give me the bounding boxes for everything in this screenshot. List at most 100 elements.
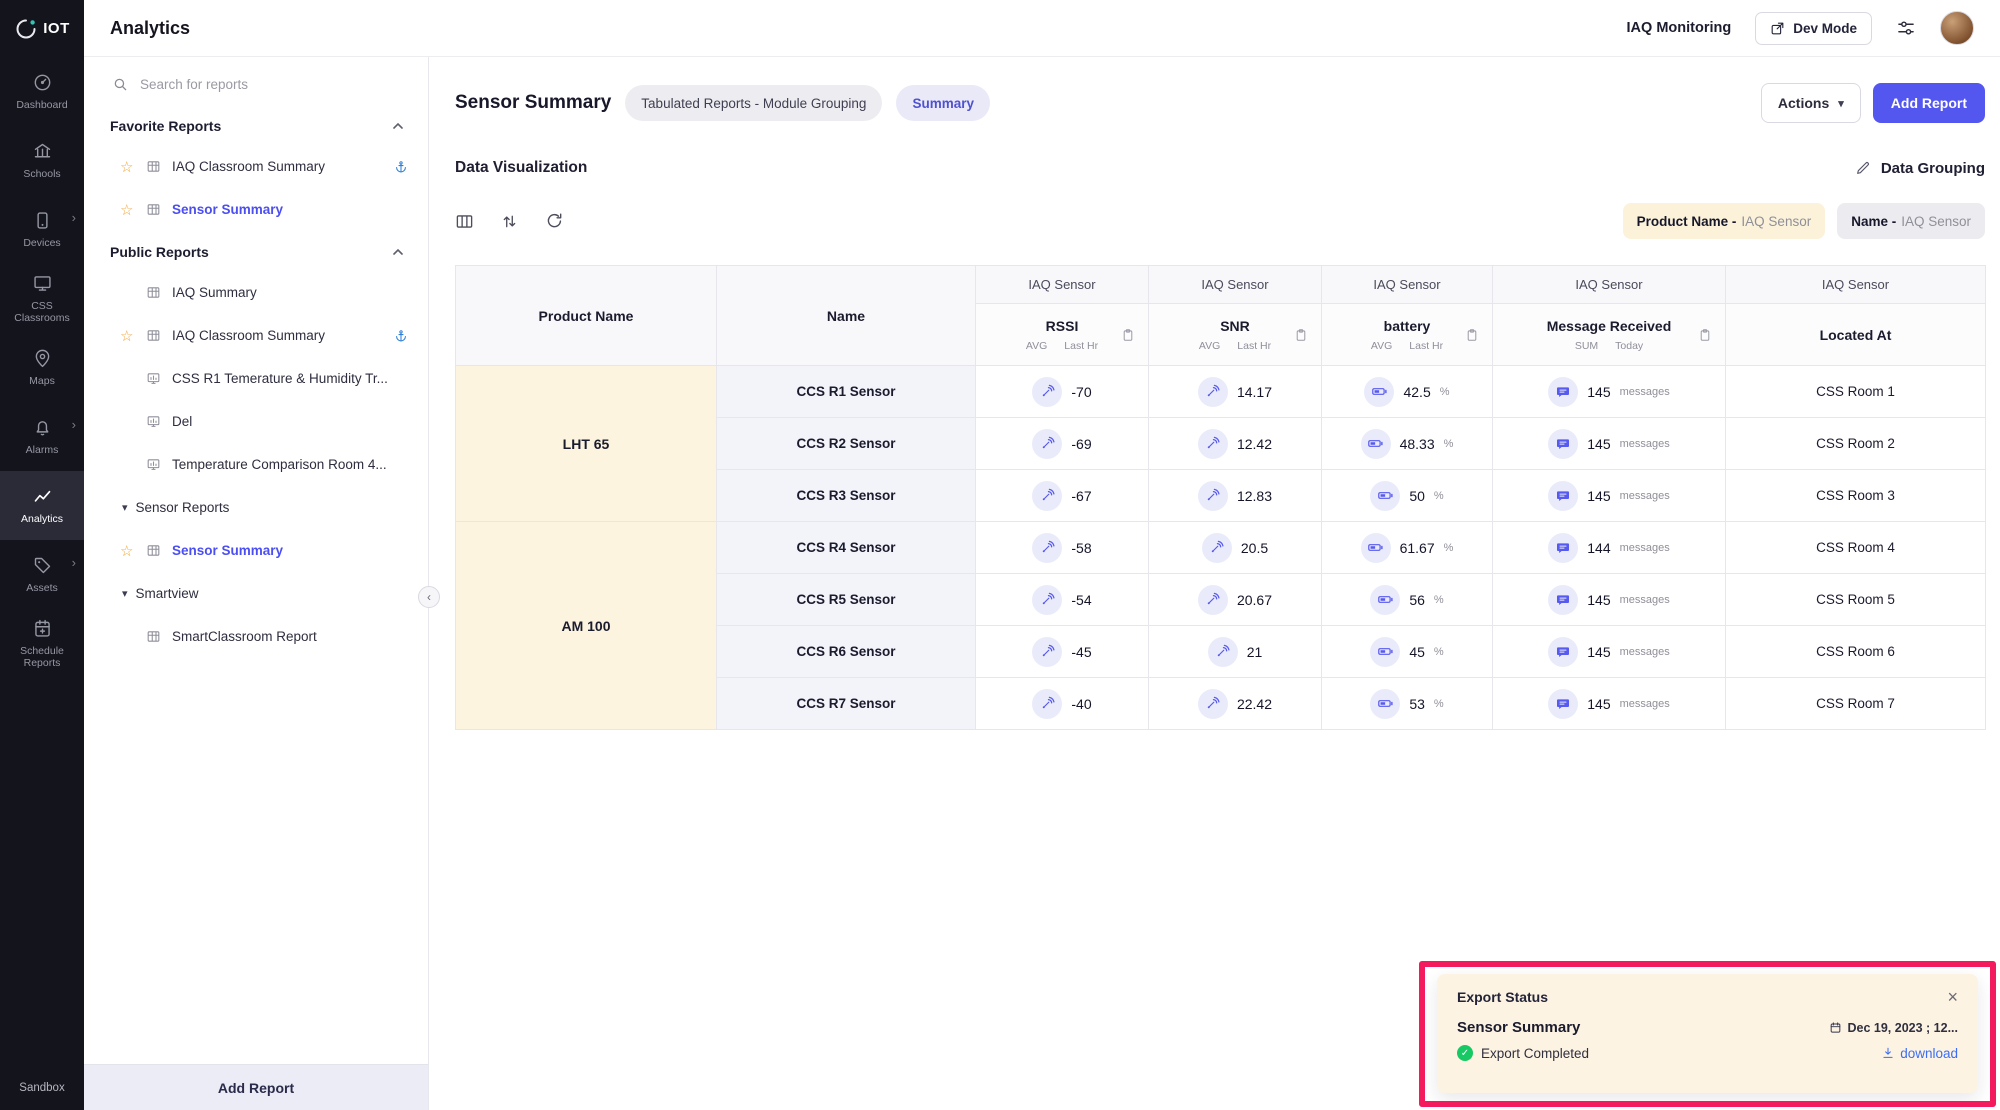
report-item[interactable]: SmartClassroom Report [84, 615, 428, 658]
user-avatar[interactable] [1940, 11, 1974, 45]
report-item[interactable]: ☆ IAQ Classroom Summary [84, 314, 428, 357]
anchor-icon [394, 160, 408, 174]
summary-badge[interactable]: Summary [896, 85, 990, 121]
data-grouping-button[interactable]: Data Grouping [1855, 160, 1985, 177]
dashboard-icon [32, 72, 53, 94]
search-icon [112, 76, 129, 93]
column-header-located-at: Located At [1726, 304, 1986, 366]
nav-item-schools[interactable]: Schools [0, 126, 84, 195]
rssi-cell: -58 [976, 522, 1149, 574]
message-icon [1548, 689, 1578, 719]
message-icon [1548, 377, 1578, 407]
nav-item-dashboard[interactable]: Dashboard [0, 57, 84, 126]
logo-text: IOT [43, 20, 70, 37]
star-icon[interactable]: ☆ [120, 158, 146, 176]
message-icon [1548, 481, 1578, 511]
actions-button[interactable]: Actions ▾ [1761, 83, 1861, 123]
report-item[interactable]: Del [84, 400, 428, 443]
analytics-icon [32, 486, 53, 508]
clipboard-icon[interactable] [1121, 328, 1135, 342]
report-item[interactable]: Temperature Comparison Room 4... [84, 443, 428, 486]
nav-item-schedule-reports[interactable]: Schedule Reports [0, 609, 84, 678]
nav-item-maps[interactable]: Maps [0, 333, 84, 402]
sensor-name-cell: CCS R4 Sensor [717, 522, 976, 574]
rssi-cell: -45 [976, 626, 1149, 678]
school-building-icon [32, 141, 53, 163]
rssi-cell: -67 [976, 470, 1149, 522]
clipboard-icon[interactable] [1294, 328, 1308, 342]
refresh-icon[interactable] [545, 212, 564, 231]
signal-icon [1032, 585, 1062, 615]
table-icon [146, 159, 172, 174]
export-status-toast: Export Status × Sensor Summary Dec 19, 2… [1437, 974, 1978, 1093]
signal-icon [1032, 637, 1062, 667]
chevron-right-icon: › [72, 211, 76, 226]
report-item[interactable]: IAQ Summary [84, 271, 428, 314]
report-item[interactable]: CSS R1 Temerature & Humidity Tr... [84, 357, 428, 400]
sort-icon[interactable] [500, 212, 519, 231]
sliders-icon[interactable] [1896, 18, 1916, 38]
nav-item-assets[interactable]: Assets › [0, 540, 84, 609]
download-link[interactable]: download [1881, 1046, 1958, 1061]
sidebar-collapse-button[interactable]: ‹ [418, 586, 440, 608]
toast-report-name: Sensor Summary [1457, 1019, 1580, 1036]
caret-down-icon: ▾ [122, 501, 128, 514]
star-icon[interactable]: ☆ [120, 542, 146, 560]
grouping-pill-name[interactable]: Name -IAQ Sensor [1837, 203, 1985, 239]
snr-cell: 14.17 [1149, 366, 1322, 418]
columns-icon[interactable] [455, 212, 474, 231]
battery-icon [1370, 637, 1400, 667]
report-search [84, 57, 428, 105]
public-reports-header[interactable]: Public Reports [84, 231, 428, 271]
table-row: LHT 65CCS R1 Sensor -70 14.17 42.5 % 145 [456, 366, 1986, 418]
sidebar-add-report-button[interactable]: Add Report [84, 1064, 428, 1110]
group-header-iaq-sensor: IAQ Sensor [976, 266, 1149, 304]
sandbox-label: Sandbox [0, 1082, 84, 1110]
board-icon [146, 371, 172, 386]
clipboard-icon[interactable] [1698, 328, 1712, 342]
rssi-cell: -69 [976, 418, 1149, 470]
located-at-cell: CSS Room 6 [1726, 626, 1986, 678]
star-icon[interactable]: ☆ [120, 327, 146, 345]
nav-item-analytics[interactable]: Analytics [0, 471, 84, 540]
star-icon[interactable]: ☆ [120, 201, 146, 219]
close-icon[interactable]: × [1947, 988, 1958, 1006]
grouping-pill-product-name[interactable]: Product Name -IAQ Sensor [1623, 203, 1826, 239]
folder-smartview[interactable]: ▾ Smartview [84, 572, 428, 615]
report-item-selected[interactable]: ☆ Sensor Summary [84, 529, 428, 572]
messages-cell: 145 messages [1493, 470, 1726, 522]
external-link-icon [1770, 21, 1785, 36]
signal-icon [1198, 481, 1228, 511]
search-input[interactable] [140, 77, 380, 92]
add-report-button[interactable]: Add Report [1873, 83, 1985, 123]
favorite-reports-header[interactable]: Favorite Reports [84, 105, 428, 145]
nav-item-devices[interactable]: Devices › [0, 195, 84, 264]
product-name-cell: AM 100 [456, 522, 717, 730]
messages-cell: 145 messages [1493, 418, 1726, 470]
clipboard-icon[interactable] [1465, 328, 1479, 342]
report-item[interactable]: ☆ IAQ Classroom Summary [84, 145, 428, 188]
sensor-table-body: LHT 65CCS R1 Sensor -70 14.17 42.5 % 145 [456, 366, 1986, 730]
column-header-product-name: Product Name [456, 266, 717, 366]
folder-sensor-reports[interactable]: ▾ Sensor Reports [84, 486, 428, 529]
nav-item-alarms[interactable]: Alarms › [0, 402, 84, 471]
signal-icon [1032, 377, 1062, 407]
battery-cell: 53 % [1322, 678, 1493, 730]
message-icon [1548, 429, 1578, 459]
located-at-cell: CSS Room 4 [1726, 522, 1986, 574]
dev-mode-button[interactable]: Dev Mode [1755, 12, 1872, 45]
chevron-right-icon: › [72, 418, 76, 433]
battery-cell: 56 % [1322, 574, 1493, 626]
table-icon [146, 285, 172, 300]
app-logo[interactable]: IOT [0, 0, 84, 57]
battery-icon [1370, 481, 1400, 511]
sensor-name-cell: CCS R2 Sensor [717, 418, 976, 470]
report-item-selected[interactable]: ☆ Sensor Summary [84, 188, 428, 231]
reports-sidebar: Favorite Reports ☆ IAQ Classroom Summary… [84, 57, 429, 1110]
asset-tag-icon [32, 555, 53, 577]
battery-cell: 45 % [1322, 626, 1493, 678]
battery-icon [1370, 585, 1400, 615]
table-row: AM 100CCS R4 Sensor -58 20.5 61.67 % 144 [456, 522, 1986, 574]
nav-item-css-classrooms[interactable]: CSS Classrooms [0, 264, 84, 333]
signal-icon [1032, 533, 1062, 563]
